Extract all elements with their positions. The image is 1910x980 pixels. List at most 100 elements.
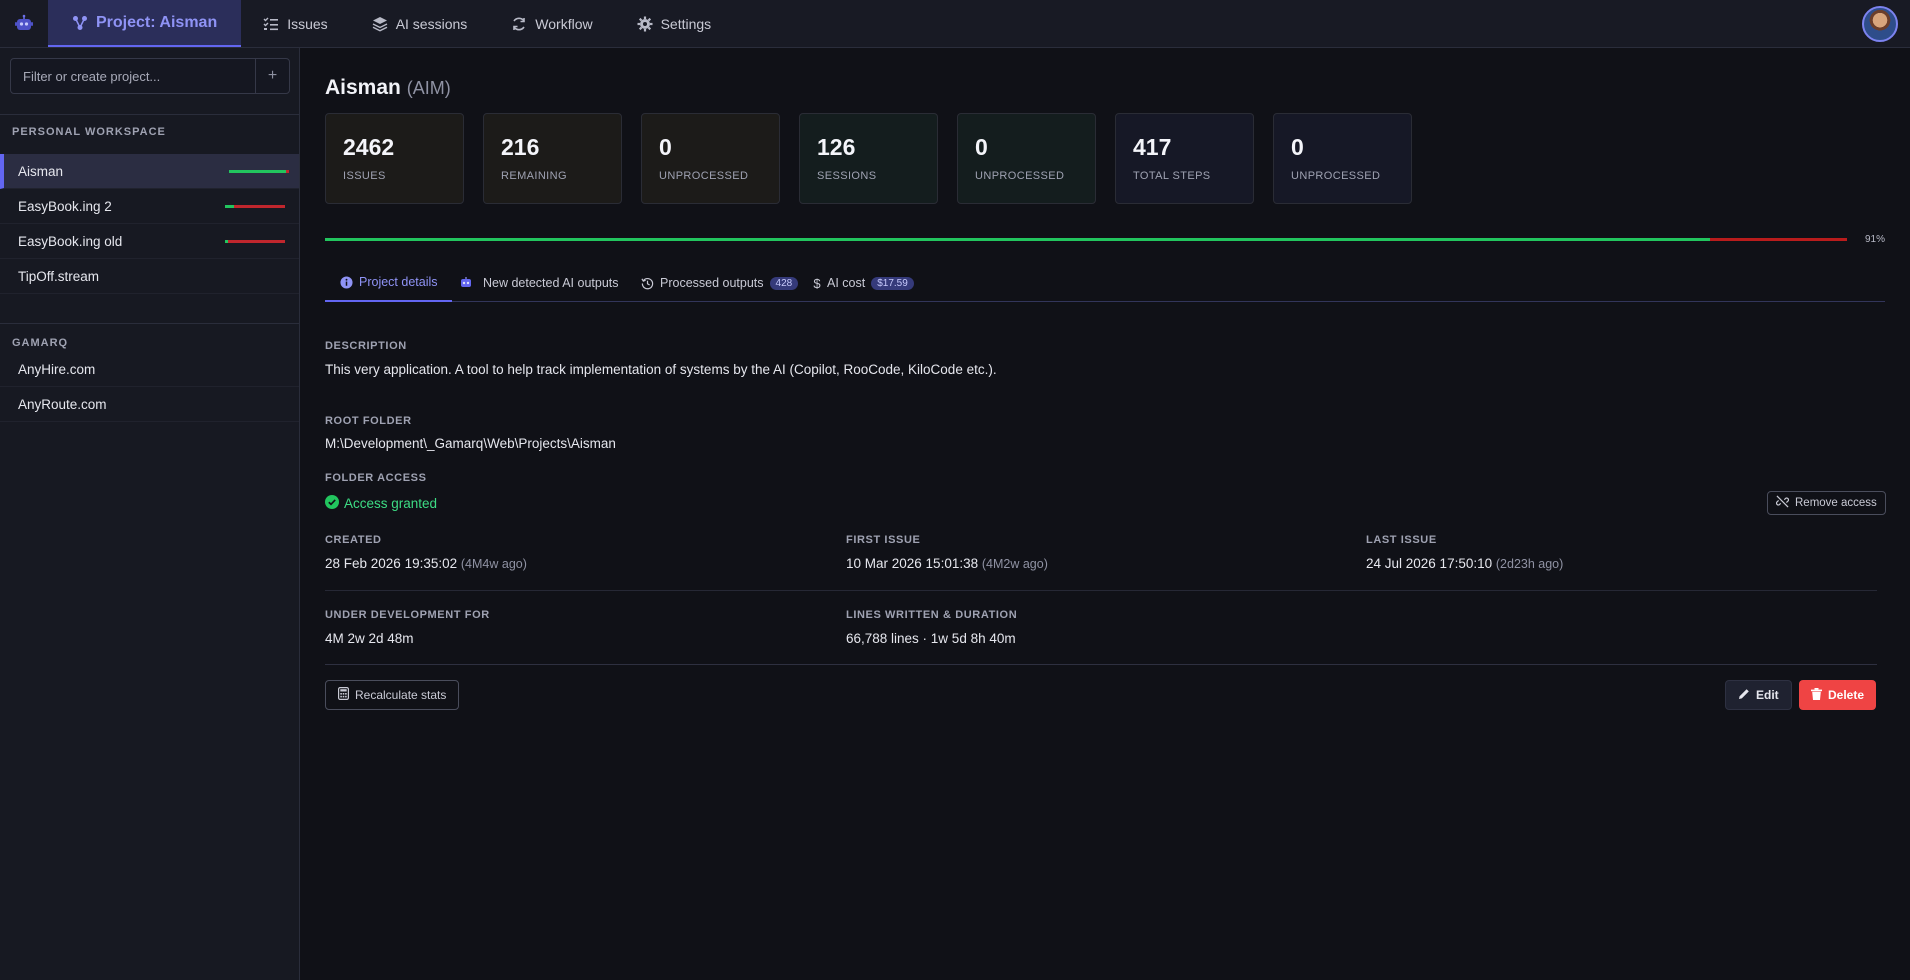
- progress-fill: [225, 240, 228, 243]
- stat-value: 0: [659, 134, 672, 160]
- tab-processed-outputs[interactable]: Processed outputs 428: [640, 272, 799, 302]
- tab-label: Processed outputs: [660, 276, 764, 290]
- project-progress-bar: [225, 205, 285, 208]
- recalculate-stats-button[interactable]: Recalculate stats: [325, 680, 460, 710]
- nav-tab-issues-label: Issues: [287, 15, 328, 32]
- stat-value: 216: [501, 134, 540, 160]
- last-issue-label: LAST ISSUE: [1366, 534, 1437, 546]
- delete-label: Delete: [1828, 688, 1865, 702]
- sidebar-item-anyhire[interactable]: AnyHire.com: [0, 352, 299, 387]
- root-folder-path: M:\Development\_Gamarq\Web\Projects\Aism…: [325, 436, 616, 451]
- tab-project-details[interactable]: Project details: [325, 272, 452, 302]
- edit-button[interactable]: Edit: [1725, 680, 1792, 710]
- stat-label: REMAINING: [501, 170, 567, 182]
- last-issue-value: 24 Jul 2026 17:50:10 (2d23h ago): [1366, 556, 1563, 571]
- sidebar-item-label: EasyBook.ing 2: [18, 198, 112, 214]
- sidebar-divider: [0, 323, 300, 324]
- checklist-icon: [263, 16, 279, 32]
- stat-label: ISSUES: [343, 170, 386, 182]
- nav-tab-project-label: Project: Aisman: [96, 13, 218, 31]
- nav-tab-ai-sessions-label: AI sessions: [395, 15, 468, 32]
- stat-card-issues[interactable]: 2462 ISSUES: [325, 113, 464, 204]
- first-issue-date: 10 Mar 2026 15:01:38: [846, 556, 979, 571]
- remove-access-button[interactable]: Remove access: [1767, 491, 1886, 515]
- project-filter-input[interactable]: [11, 59, 255, 93]
- tab-label: New detected AI outputs: [483, 276, 619, 290]
- user-avatar[interactable]: [1862, 6, 1898, 42]
- folder-access-text: Access granted: [344, 496, 438, 511]
- stat-card-unprocessed-steps[interactable]: 0 UNPROCESSED: [1273, 113, 1412, 204]
- nav-tab-issues[interactable]: Issues: [241, 0, 349, 47]
- first-issue-ago: (4M2w ago): [981, 557, 1048, 571]
- sidebar-item-anyroute[interactable]: AnyRoute.com: [0, 387, 299, 422]
- app-logo-icon[interactable]: [0, 0, 48, 47]
- project-progress-bar: [225, 240, 285, 243]
- created-date: 28 Feb 2026 19:35:02: [325, 556, 458, 571]
- stat-card-unprocessed-sessions[interactable]: 0 UNPROCESSED: [957, 113, 1096, 204]
- sidebar-item-label: AnyRoute.com: [18, 396, 107, 412]
- project-filter: +: [10, 58, 290, 94]
- stat-label: TOTAL STEPS: [1133, 170, 1211, 182]
- unlink-icon: [1775, 495, 1790, 511]
- sidebar-item-easybooking-2[interactable]: EasyBook.ing 2: [0, 189, 299, 224]
- ai-cost-badge: $17.59: [871, 276, 914, 290]
- actions-divider: [325, 664, 1877, 665]
- description-text: This very application. A tool to help tr…: [325, 362, 997, 377]
- add-project-button[interactable]: +: [255, 59, 289, 93]
- sidebar-item-label: AnyHire.com: [18, 361, 96, 377]
- sidebar-item-aisman[interactable]: Aisman: [0, 154, 299, 189]
- calculator-icon: [338, 687, 350, 703]
- top-navigation: Project: Aisman Issues AI sessions Workf…: [0, 0, 1910, 48]
- progress-percent: 91%: [1865, 234, 1886, 245]
- stat-value: 126: [817, 134, 856, 160]
- tab-new-detected-ai-outputs[interactable]: New detected AI outputs: [459, 272, 619, 302]
- sidebar-item-label: EasyBook.ing old: [18, 233, 123, 249]
- created-ago: (4M4w ago): [460, 557, 527, 571]
- nav-tab-project[interactable]: Project: Aisman: [48, 0, 242, 47]
- first-issue-value: 10 Mar 2026 15:01:38 (4M2w ago): [846, 556, 1048, 571]
- trash-icon: [1811, 687, 1822, 703]
- edit-label: Edit: [1756, 688, 1779, 702]
- stat-card-sessions[interactable]: 126 SESSIONS: [799, 113, 938, 204]
- progress-fill: [229, 170, 286, 173]
- sidebar-item-label: Aisman: [18, 163, 64, 179]
- stat-label: UNPROCESSED: [1291, 170, 1381, 182]
- folder-access-label: FOLDER ACCESS: [325, 472, 427, 484]
- last-issue-date: 24 Jul 2026 17:50:10: [1366, 556, 1493, 571]
- stat-label: UNPROCESSED: [659, 170, 749, 182]
- nav-tab-settings[interactable]: Settings: [615, 0, 734, 47]
- stat-label: SESSIONS: [817, 170, 877, 182]
- robot-icon: [459, 276, 473, 290]
- workflow-cycle-icon: [511, 16, 527, 32]
- info-icon: [339, 275, 353, 289]
- last-issue-ago: (2d23h ago): [1495, 557, 1564, 571]
- root-folder-label: ROOT FOLDER: [325, 415, 412, 427]
- stat-value: 0: [975, 134, 988, 160]
- nav-tab-workflow-label: Workflow: [535, 15, 593, 32]
- progress-fill: [225, 205, 234, 208]
- stat-card-total-steps[interactable]: 417 TOTAL STEPS: [1115, 113, 1254, 204]
- stat-value: 0: [1291, 134, 1304, 160]
- stat-card-unprocessed-issues[interactable]: 0 UNPROCESSED: [641, 113, 780, 204]
- sidebar-item-label: TipOff.stream: [18, 268, 100, 284]
- nav-tab-workflow[interactable]: Workflow: [489, 0, 614, 47]
- delete-button[interactable]: Delete: [1799, 680, 1877, 710]
- tab-ai-cost[interactable]: $ AI cost $17.59: [813, 272, 914, 302]
- nav-tab-ai-sessions[interactable]: AI sessions: [350, 0, 490, 47]
- sidebar-divider: [0, 114, 300, 115]
- project-name: Aisman: [325, 76, 401, 99]
- pencil-icon: [1738, 688, 1750, 703]
- dollar-icon: $: [813, 275, 821, 291]
- lines-written-value: 66,788 lines · 1w 5d 8h 40m: [846, 631, 1016, 646]
- section-gamarq: GAMARQ: [12, 337, 69, 349]
- created-value: 28 Feb 2026 19:35:02 (4M4w ago): [325, 556, 527, 571]
- sidebar-item-easybooking-old[interactable]: EasyBook.ing old: [0, 224, 299, 259]
- stat-card-remaining[interactable]: 216 REMAINING: [483, 113, 622, 204]
- tab-label: Project details: [359, 275, 438, 289]
- first-issue-label: FIRST ISSUE: [846, 534, 921, 546]
- details-divider: [325, 590, 1877, 591]
- sidebar-item-tipoff-stream[interactable]: TipOff.stream: [0, 259, 299, 294]
- check-circle-icon: [325, 495, 339, 512]
- description-label: DESCRIPTION: [325, 340, 407, 352]
- progress-fill: [325, 238, 1711, 241]
